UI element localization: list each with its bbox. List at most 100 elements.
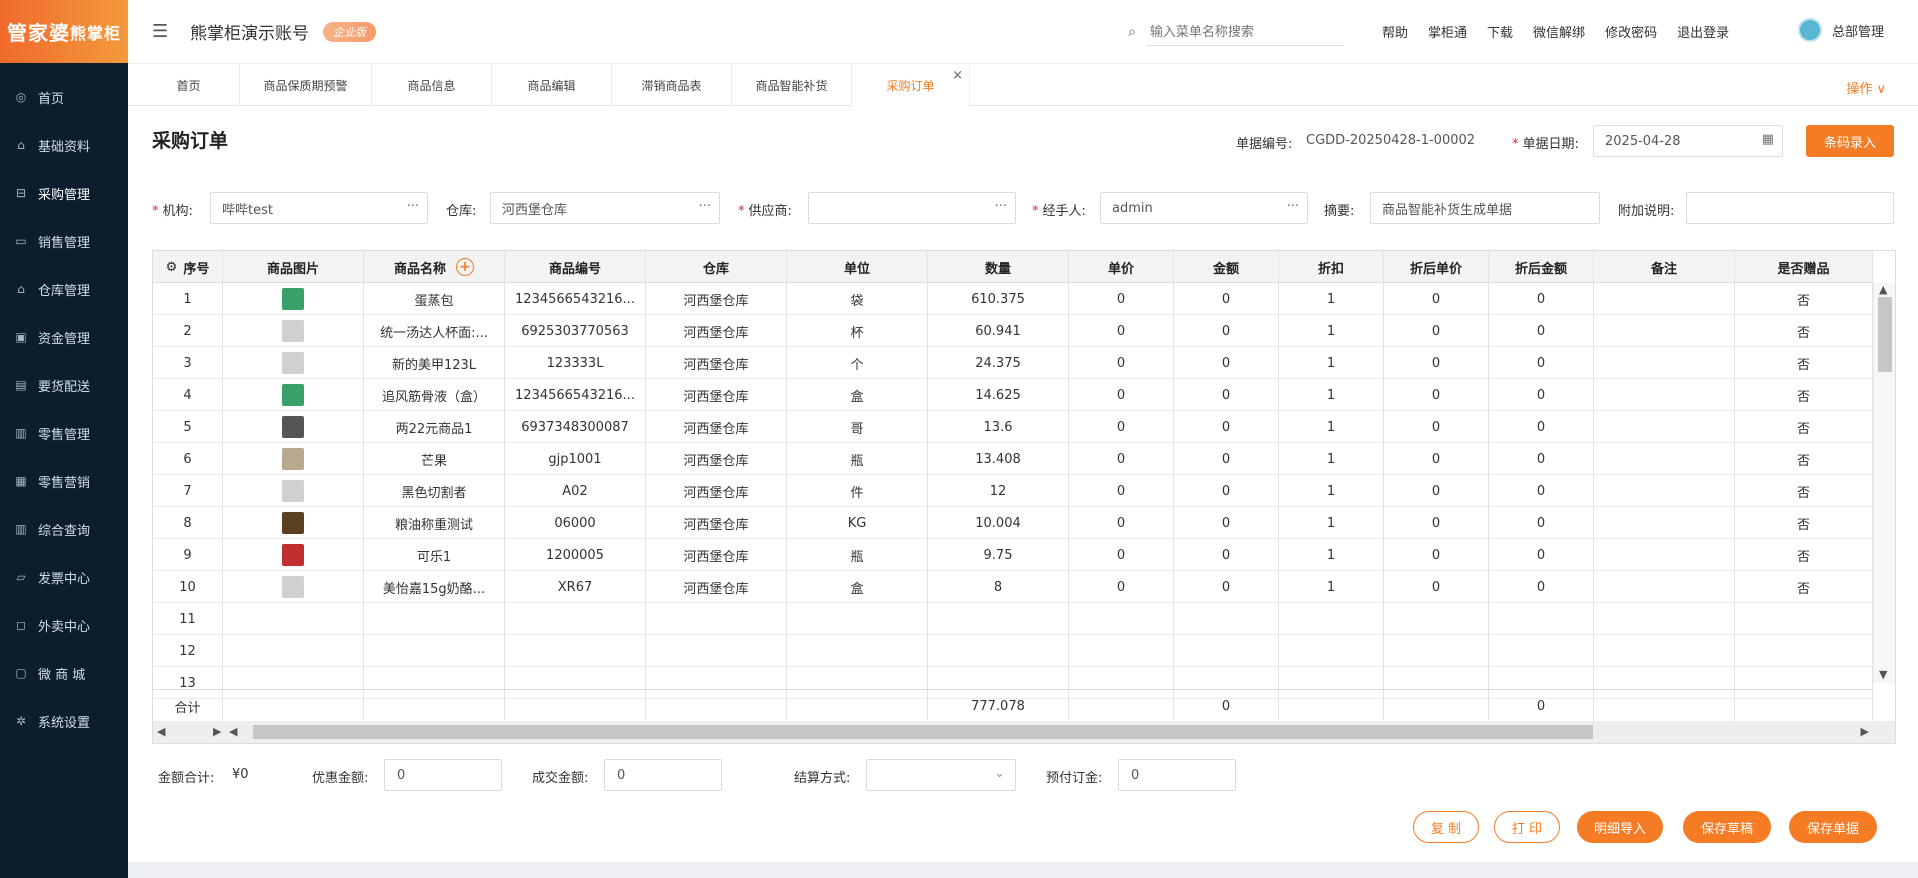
table-cell[interactable]: 0: [1174, 475, 1279, 507]
table-cell[interactable]: 0: [1069, 475, 1174, 507]
table-cell[interactable]: 否: [1735, 315, 1873, 347]
table-row[interactable]: 3 新的美甲123L 123333L 河西堡仓库个 24.375 0 0 1 0 0 否: [153, 347, 1873, 379]
tab[interactable]: 商品信息: [372, 64, 492, 106]
table-row[interactable]: 1 蛋蒸包 1234566543216... 河西堡仓库袋 610.375 0 0 1 0 0 否: [153, 283, 1873, 315]
table-cell[interactable]: 否: [1735, 379, 1873, 411]
table-cell[interactable]: 河西堡仓库: [646, 443, 787, 475]
sidebar-item[interactable]: ⌂ 仓库管理: [0, 265, 128, 313]
table-row[interactable]: 10 美怡嘉15g奶酪... XR67 河西堡仓库盒 8 0 0 1 0 0 否: [153, 571, 1873, 603]
warehouse-field[interactable]: 河西堡仓库 ···: [490, 192, 720, 224]
table-cell[interactable]: [1594, 603, 1735, 635]
table-cell[interactable]: 河西堡仓库: [646, 571, 787, 603]
top-link[interactable]: 退出登录: [1677, 22, 1729, 41]
table-cell[interactable]: [928, 635, 1069, 667]
table-cell[interactable]: [1594, 379, 1735, 411]
table-cell[interactable]: [1489, 635, 1594, 667]
table-cell[interactable]: 0: [1069, 315, 1174, 347]
column-header[interactable]: 是否赠品: [1735, 251, 1873, 283]
copy-button[interactable]: 复 制: [1413, 811, 1479, 843]
sidebar-item[interactable]: ✲ 系统设置: [0, 697, 128, 745]
table-cell[interactable]: 0: [1174, 539, 1279, 571]
top-link[interactable]: 微信解绑: [1533, 22, 1585, 41]
table-cell[interactable]: [928, 603, 1069, 635]
summary-field[interactable]: 商品智能补货生成单据: [1370, 192, 1600, 224]
top-link[interactable]: 掌柜通: [1428, 22, 1467, 41]
table-cell[interactable]: 0: [1384, 443, 1489, 475]
settle-select[interactable]: ⌄: [866, 759, 1016, 791]
table-cell[interactable]: [1594, 507, 1735, 539]
table-cell[interactable]: 1: [1279, 571, 1384, 603]
table-cell[interactable]: [1735, 635, 1873, 667]
tab[interactable]: 滞销商品表: [612, 64, 732, 106]
deal-input[interactable]: 0: [604, 759, 722, 791]
column-header[interactable]: 仓库: [646, 251, 787, 283]
table-cell[interactable]: 0: [1384, 571, 1489, 603]
table-cell[interactable]: 6937348300087: [505, 411, 646, 443]
table-cell[interactable]: 0: [1489, 315, 1594, 347]
brand-logo[interactable]: 管家婆 熊掌柜: [0, 0, 128, 63]
table-cell[interactable]: 0: [1384, 539, 1489, 571]
date-field[interactable]: 2025-04-28 ▦: [1593, 125, 1783, 157]
table-cell[interactable]: 可乐1: [364, 539, 505, 571]
table-cell[interactable]: 0: [1174, 315, 1279, 347]
column-header[interactable]: 单位: [787, 251, 928, 283]
vertical-scrollbar[interactable]: ▲ ▼: [1873, 283, 1895, 683]
table-cell[interactable]: 1: [1279, 411, 1384, 443]
table-cell[interactable]: 12: [928, 475, 1069, 507]
table-cell[interactable]: [1069, 635, 1174, 667]
table-cell[interactable]: KG: [787, 507, 928, 539]
table-cell[interactable]: 1: [1279, 507, 1384, 539]
tab[interactable]: 商品保质期预警: [240, 64, 372, 106]
table-cell[interactable]: 个: [787, 347, 928, 379]
column-header[interactable]: 商品名称 +: [364, 251, 505, 283]
table-row[interactable]: 9 可乐1 1200005 河西堡仓库瓶 9.75 0 0 1 0 0 否: [153, 539, 1873, 571]
sidebar-item[interactable]: ⊟ 采购管理: [0, 169, 128, 217]
save-document-button[interactable]: 保存单据: [1789, 811, 1877, 843]
table-cell[interactable]: 河西堡仓库: [646, 475, 787, 507]
gear-icon[interactable]: ⚙: [166, 260, 178, 275]
table-cell[interactable]: 0: [1174, 379, 1279, 411]
table-cell[interactable]: 0: [1384, 507, 1489, 539]
table-cell[interactable]: 河西堡仓库: [646, 539, 787, 571]
table-cell[interactable]: 0: [1174, 347, 1279, 379]
table-cell[interactable]: 0: [1174, 571, 1279, 603]
table-cell[interactable]: 芒果: [364, 443, 505, 475]
table-cell[interactable]: 两22元商品1: [364, 411, 505, 443]
table-cell[interactable]: 60.941: [928, 315, 1069, 347]
table-cell[interactable]: 蛋蒸包: [364, 283, 505, 315]
table-cell[interactable]: [1384, 635, 1489, 667]
table-cell[interactable]: [1489, 603, 1594, 635]
table-cell[interactable]: 1: [1279, 539, 1384, 571]
table-cell[interactable]: 0: [1384, 411, 1489, 443]
table-cell[interactable]: 河西堡仓库: [646, 507, 787, 539]
table-row[interactable]: 7 黑色切割者 A02 河西堡仓库件 12 0 0 1 0 0 否: [153, 475, 1873, 507]
table-cell[interactable]: 0: [1174, 283, 1279, 315]
scroll-down-icon[interactable]: ▼: [1879, 668, 1887, 681]
scroll-right-icon[interactable]: ▶: [213, 725, 221, 738]
table-row[interactable]: 2 统一汤达人杯面:... 6925303770563 河西堡仓库杯 60.941 0 0 1…: [153, 315, 1873, 347]
table-cell[interactable]: 0: [1384, 315, 1489, 347]
sidebar-item[interactable]: ▥ 零售管理: [0, 409, 128, 457]
table-cell[interactable]: 河西堡仓库: [646, 283, 787, 315]
sidebar-item[interactable]: ▢ 微 商 城: [0, 649, 128, 697]
table-cell[interactable]: [787, 635, 928, 667]
table-cell[interactable]: A02: [505, 475, 646, 507]
table-cell[interactable]: 0: [1489, 411, 1594, 443]
table-cell[interactable]: [364, 603, 505, 635]
table-cell[interactable]: 河西堡仓库: [646, 347, 787, 379]
table-cell[interactable]: 0: [1069, 571, 1174, 603]
sidebar-item[interactable]: ▦ 零售营销: [0, 457, 128, 505]
table-cell[interactable]: [1594, 539, 1735, 571]
table-cell[interactable]: [1594, 411, 1735, 443]
table-row[interactable]: 12: [153, 635, 1873, 667]
table-cell[interactable]: gjp1001: [505, 443, 646, 475]
table-cell[interactable]: 0: [1384, 347, 1489, 379]
column-header[interactable]: 单价: [1069, 251, 1174, 283]
add-product-icon[interactable]: +: [456, 258, 474, 276]
table-cell[interactable]: 13.408: [928, 443, 1069, 475]
table-cell[interactable]: [364, 635, 505, 667]
table-cell[interactable]: [505, 635, 646, 667]
table-cell[interactable]: 否: [1735, 347, 1873, 379]
sidebar-item[interactable]: ⌂ 基础资料: [0, 121, 128, 169]
column-header[interactable]: 折后金额: [1489, 251, 1594, 283]
